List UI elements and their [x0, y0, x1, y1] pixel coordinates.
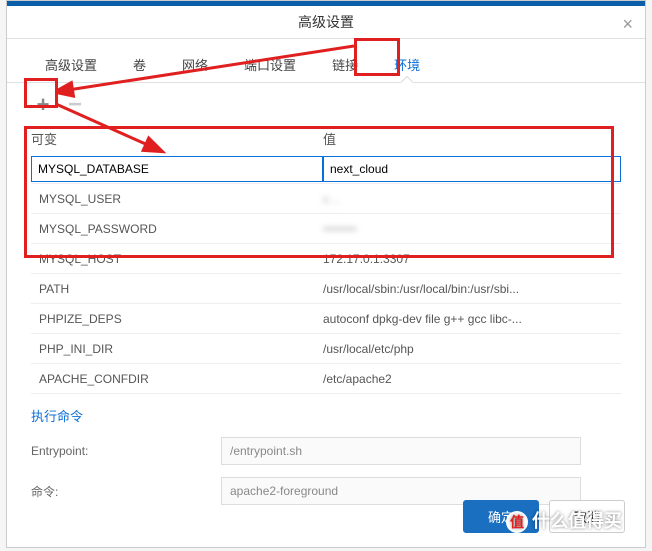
env-value: /etc/apache2	[323, 372, 621, 386]
remove-icon[interactable]: −	[63, 93, 87, 117]
tab-ports[interactable]: 端口设置	[226, 47, 314, 82]
titlebar: 高级设置 ×	[7, 1, 645, 39]
env-value: ••••••••	[323, 222, 621, 236]
cancel-button[interactable]: 取消	[549, 500, 625, 533]
env-value: /usr/local/etc/php	[323, 342, 621, 356]
close-icon[interactable]: ×	[622, 14, 633, 35]
env-value: 172.17.0.1:3307	[323, 252, 621, 266]
add-icon[interactable]: +	[31, 93, 55, 117]
ok-button[interactable]: 确定	[463, 500, 539, 533]
env-key: PHP_INI_DIR	[31, 342, 323, 356]
col-header-value: 值	[323, 129, 621, 148]
env-toolbar: + −	[7, 83, 645, 123]
col-header-variable: 可变	[31, 129, 323, 148]
table-row[interactable]: PHP_INI_DIR /usr/local/etc/php	[31, 334, 621, 364]
env-key-input[interactable]	[31, 156, 323, 182]
env-value: c…	[323, 192, 621, 206]
command-label: 命令:	[31, 483, 221, 500]
table-row[interactable]: APACHE_CONFDIR /etc/apache2	[31, 364, 621, 394]
env-key: MYSQL_HOST	[31, 252, 323, 266]
dialog-title: 高级设置	[298, 12, 354, 32]
table-row[interactable]: MYSQL_USER c…	[31, 184, 621, 214]
tab-network[interactable]: 网络	[164, 47, 226, 82]
tab-volume[interactable]: 卷	[115, 47, 164, 82]
entrypoint-label: Entrypoint:	[31, 444, 221, 458]
table-row[interactable]: MYSQL_HOST 172.17.0.1:3307	[31, 244, 621, 274]
env-key: APACHE_CONFDIR	[31, 372, 323, 386]
dialog-footer: 确定 取消	[463, 500, 625, 533]
advanced-settings-dialog: 高级设置 × 高级设置 卷 网络 端口设置 链接 环境 + − 可变 值 MYS…	[6, 0, 646, 548]
env-value-input[interactable]	[323, 156, 621, 182]
env-value: /usr/local/sbin:/usr/local/bin:/usr/sbi.…	[323, 282, 621, 296]
env-key: MYSQL_USER	[31, 192, 323, 206]
env-key: PHPIZE_DEPS	[31, 312, 323, 326]
grid-header: 可变 值	[7, 123, 645, 154]
entrypoint-row: Entrypoint: /entrypoint.sh	[7, 431, 645, 471]
table-row[interactable]	[31, 154, 621, 184]
tab-advanced[interactable]: 高级设置	[27, 47, 115, 82]
tab-environment[interactable]: 环境	[376, 47, 438, 82]
table-row[interactable]: MYSQL_PASSWORD ••••••••	[31, 214, 621, 244]
env-value: autoconf dpkg-dev file g++ gcc libc-...	[323, 312, 621, 326]
env-key: PATH	[31, 282, 323, 296]
entrypoint-value: /entrypoint.sh	[221, 437, 581, 465]
env-grid: MYSQL_USER c… MYSQL_PASSWORD •••••••• MY…	[7, 154, 645, 394]
tab-links[interactable]: 链接	[314, 47, 376, 82]
table-row[interactable]: PHPIZE_DEPS autoconf dpkg-dev file g++ g…	[31, 304, 621, 334]
tab-bar: 高级设置 卷 网络 端口设置 链接 环境	[7, 39, 645, 83]
table-row[interactable]: PATH /usr/local/sbin:/usr/local/bin:/usr…	[31, 274, 621, 304]
env-key: MYSQL_PASSWORD	[31, 222, 323, 236]
exec-section-title: 执行命令	[7, 394, 645, 431]
